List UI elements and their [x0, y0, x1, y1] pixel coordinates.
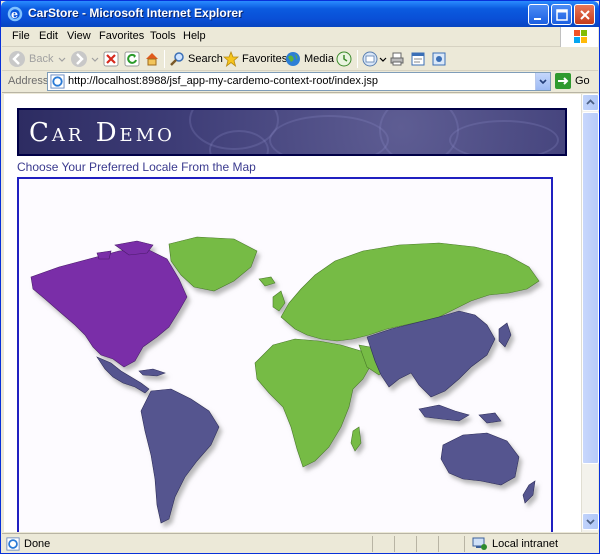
banner-title: Car Demo: [29, 118, 175, 148]
address-label: Address: [8, 75, 49, 87]
menu-file[interactable]: File: [12, 30, 30, 42]
locale-heading: Choose Your Preferred Locale From the Ma…: [17, 160, 256, 174]
menu-bar: File Edit View Favorites Tools Help: [2, 27, 598, 47]
title-bar[interactable]: e CarStore - Microsoft Internet Explorer: [1, 1, 599, 27]
scroll-thumb[interactable]: [582, 112, 599, 464]
menu-favorites[interactable]: Favorites: [99, 30, 144, 42]
chevron-down-icon: [539, 79, 547, 85]
map-region-iceland[interactable]: [258, 276, 276, 287]
map-region-japan[interactable]: [498, 322, 512, 348]
back-arrow-icon: [9, 51, 25, 67]
map-region-south-america[interactable]: [140, 388, 220, 524]
close-button[interactable]: [574, 4, 595, 25]
map-region-north-america[interactable]: [30, 248, 188, 368]
mail-icon: [362, 51, 378, 67]
map-region-indonesia[interactable]: [418, 404, 502, 424]
map-region-madagascar[interactable]: [350, 426, 362, 452]
edit-page-icon: [411, 52, 425, 66]
home-button[interactable]: [144, 49, 160, 69]
status-bar: Done Local intranet: [2, 533, 598, 553]
search-button[interactable]: Search: [169, 49, 223, 69]
chevron-down-icon: [59, 57, 66, 62]
menu-help[interactable]: Help: [183, 30, 206, 42]
local-intranet-icon: [472, 537, 487, 550]
favorites-button[interactable]: Favorites: [223, 49, 287, 69]
window-title: CarStore - Microsoft Internet Explorer: [28, 6, 243, 20]
maximize-button[interactable]: [551, 4, 572, 25]
map-region-new-zealand[interactable]: [522, 480, 536, 504]
scroll-up-button[interactable]: [582, 94, 599, 111]
refresh-button[interactable]: [124, 49, 140, 69]
go-arrow-icon: [555, 73, 571, 89]
map-region-greenland[interactable]: [168, 236, 258, 292]
history-icon: [336, 51, 352, 67]
address-url: http://localhost:8988/jsf_app-my-cardemo…: [68, 75, 378, 87]
page-icon: [50, 74, 65, 89]
svg-text:e: e: [11, 8, 18, 21]
chevron-down-icon: [586, 519, 595, 525]
map-region-australia[interactable]: [440, 432, 520, 486]
security-zone: Local intranet: [472, 537, 558, 551]
windows-logo-icon: [560, 27, 598, 47]
address-bar: Address http://localhost:8988/jsf_app-my…: [2, 71, 598, 93]
internet-explorer-icon: e: [7, 6, 23, 22]
stop-icon: [103, 51, 119, 67]
address-input[interactable]: http://localhost:8988/jsf_app-my-cardemo…: [47, 72, 551, 91]
world-map-frame: [17, 177, 553, 532]
chevron-up-icon: [586, 99, 595, 105]
stop-button[interactable]: [103, 49, 119, 69]
printer-icon: [390, 52, 404, 66]
forward-arrow-icon: [71, 51, 87, 67]
back-button[interactable]: Back: [8, 49, 67, 69]
messenger-icon: [432, 52, 446, 66]
star-icon: [223, 51, 239, 67]
menu-tools[interactable]: Tools: [150, 30, 176, 42]
world-map: [30, 236, 540, 524]
history-button[interactable]: [336, 49, 352, 69]
vertical-scrollbar[interactable]: [581, 94, 599, 532]
media-globe-icon: [286, 52, 300, 66]
go-button[interactable]: Go: [555, 73, 590, 89]
messenger-button[interactable]: [431, 49, 447, 69]
car-demo-banner: Car Demo: [17, 108, 567, 156]
map-region-uk[interactable]: [272, 290, 286, 312]
search-icon: [170, 52, 184, 66]
browser-window: e CarStore - Microsoft Internet Explorer…: [0, 0, 600, 554]
maximize-icon: [556, 9, 568, 21]
menu-edit[interactable]: Edit: [39, 30, 58, 42]
address-dropdown-button[interactable]: [535, 73, 550, 90]
forward-button[interactable]: [70, 49, 100, 69]
toolbar: Back Search Favorites Media: [2, 47, 598, 71]
media-button[interactable]: Media: [285, 49, 334, 69]
page-done-icon: [6, 537, 20, 551]
home-icon: [146, 53, 158, 66]
minimize-button[interactable]: [528, 4, 549, 25]
scroll-down-button[interactable]: [582, 513, 599, 530]
menu-view[interactable]: View: [67, 30, 91, 42]
chevron-down-icon: [379, 57, 387, 62]
minimize-icon: [534, 18, 541, 20]
status-done: Done: [6, 537, 50, 551]
page-viewport: Car Demo Choose Your Preferred Locale Fr…: [4, 94, 581, 532]
edit-button[interactable]: [410, 49, 426, 69]
mail-button[interactable]: [362, 49, 388, 69]
map-region-caribbean[interactable]: [138, 368, 166, 377]
refresh-icon: [124, 51, 140, 67]
print-button[interactable]: [389, 49, 405, 69]
chevron-down-icon: [91, 57, 99, 62]
close-icon: [580, 10, 590, 20]
